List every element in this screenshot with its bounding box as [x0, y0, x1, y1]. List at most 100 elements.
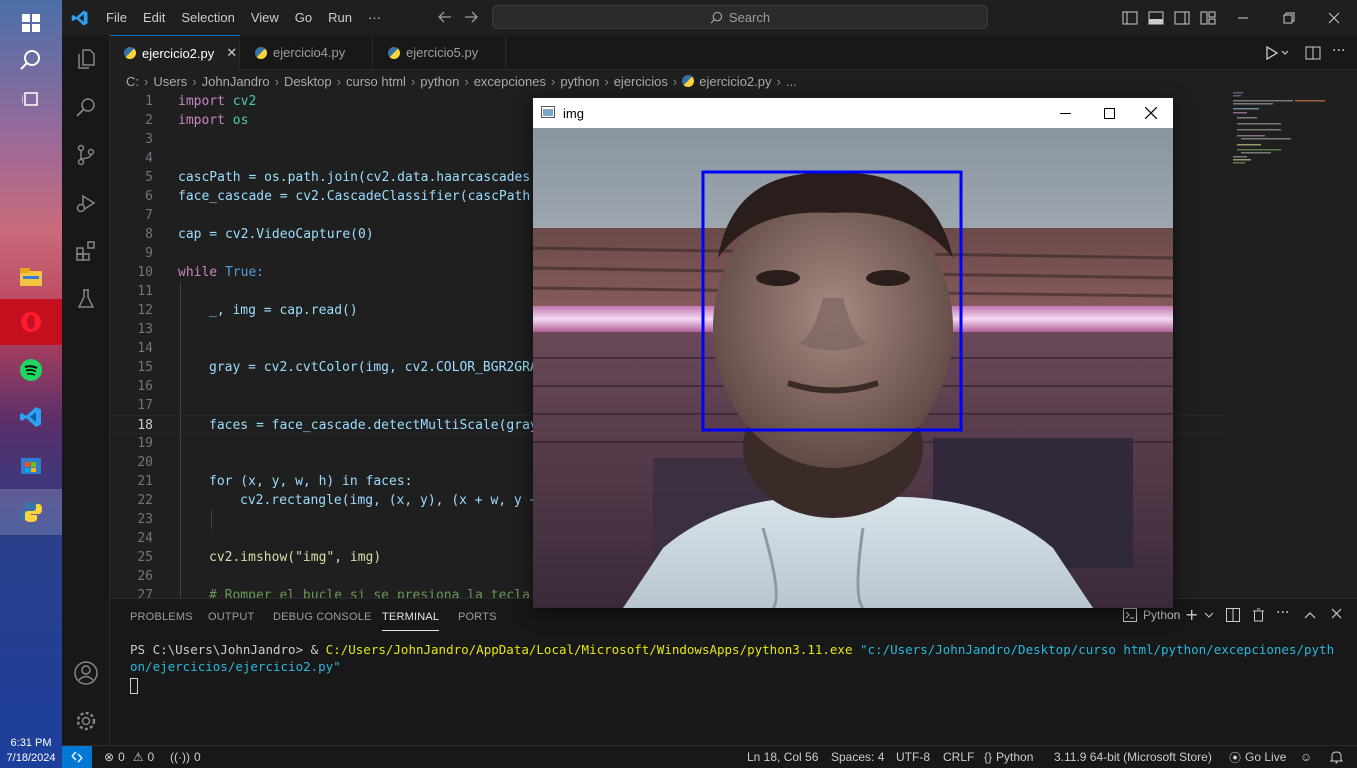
webcam-image [533, 128, 1173, 608]
tab-ports[interactable]: PORTS [458, 599, 497, 634]
line-number: 16 [137, 379, 153, 394]
ports-status[interactable]: ((·)) 0 [170, 746, 201, 768]
spotify-icon[interactable] [0, 347, 62, 393]
run-debug-icon[interactable] [62, 179, 110, 227]
python-file-icon [255, 46, 267, 59]
image-maximize-button[interactable] [1087, 98, 1131, 128]
toggle-primary-sidebar-icon[interactable] [1122, 10, 1138, 30]
line-number: 12 [137, 303, 153, 318]
breadcrumb-item[interactable]: excepciones [474, 74, 546, 89]
end-of-line[interactable]: CRLF [943, 746, 974, 768]
tab-output[interactable]: OUTPUT [208, 599, 254, 634]
forward-arrow-icon[interactable] [463, 9, 479, 29]
explorer-icon[interactable] [62, 35, 110, 83]
language-mode[interactable]: {} Python [984, 746, 1033, 768]
breadcrumb-item[interactable]: Desktop [284, 74, 332, 89]
tab-ejercicio4[interactable]: ejercicio4.py [241, 35, 373, 70]
close-panel-icon[interactable] [1331, 608, 1342, 623]
python-window-icon[interactable] [0, 489, 62, 535]
breadcrumb-item[interactable]: JohnJandro [202, 74, 270, 89]
vscode-logo-icon [62, 9, 98, 27]
breadcrumb-item[interactable]: ejercicio2.py [699, 74, 771, 89]
tab-ejercicio2[interactable]: ejercicio2.py ✕ [110, 35, 240, 70]
tab-terminal[interactable]: TERMINAL [382, 603, 440, 631]
breadcrumb-item[interactable]: Users [153, 74, 187, 89]
customize-layout-icon[interactable] [1200, 10, 1216, 30]
toggle-panel-icon[interactable] [1148, 10, 1164, 30]
notifications-bell-icon[interactable] [1330, 746, 1343, 768]
command-center-search[interactable]: Search [492, 5, 988, 29]
split-editor-icon[interactable] [1305, 45, 1321, 65]
menu-go[interactable]: Go [287, 10, 320, 25]
breadcrumb-item[interactable]: ... [786, 74, 797, 89]
minimap[interactable] [1225, 92, 1343, 598]
line-number: 1 [145, 94, 153, 109]
new-terminal-icon[interactable]: + [1185, 605, 1198, 624]
image-window-titlebar[interactable]: img [533, 98, 1173, 128]
search-view-icon[interactable] [62, 83, 110, 131]
code-text: face_cascade = cv2.CascadeClassifier(cas… [178, 189, 539, 204]
clock-date: 7/18/2024 [6, 752, 56, 764]
breadcrumb-item[interactable]: C: [126, 74, 139, 89]
terminal-output[interactable]: PS C:\Users\JohnJandro> & C:/Users/JohnJ… [130, 641, 1340, 694]
terminal-prompt: PS C:\Users\JohnJandro> & [130, 642, 326, 657]
back-arrow-icon[interactable] [437, 9, 453, 29]
close-icon[interactable]: ✕ [226, 45, 237, 61]
tab-problems[interactable]: PROBLEMS [130, 599, 193, 634]
menu-more[interactable]: ··· [360, 10, 389, 25]
testing-icon[interactable] [62, 275, 110, 323]
breadcrumb-item[interactable]: python [560, 74, 599, 89]
menu-run[interactable]: Run [320, 10, 360, 25]
breadcrumb-item[interactable]: python [420, 74, 459, 89]
more-actions-icon[interactable]: ··· [1276, 605, 1289, 621]
file-explorer-icon[interactable] [0, 254, 62, 300]
remote-indicator-icon[interactable] [62, 746, 92, 768]
opencv-image-window[interactable]: img [533, 98, 1173, 608]
menu-file[interactable]: File [98, 10, 135, 25]
problems-status[interactable]: ⊗ 0 ⚠ 0 [104, 746, 154, 768]
tab-debug-console[interactable]: DEBUG CONSOLE [273, 599, 372, 634]
python-interpreter[interactable]: 3.11.9 64-bit (Microsoft Store) [1054, 746, 1212, 768]
close-button[interactable] [1311, 0, 1357, 35]
cursor-position[interactable]: Ln 18, Col 56 [747, 746, 818, 768]
restore-button[interactable] [1266, 0, 1312, 35]
line-number: 14 [137, 341, 153, 356]
minimize-button[interactable] [1220, 0, 1266, 35]
menu-view[interactable]: View [243, 10, 287, 25]
menu-selection[interactable]: Selection [173, 10, 242, 25]
vscode-taskbar-icon[interactable] [0, 394, 62, 440]
accounts-icon[interactable] [62, 649, 110, 697]
window-app-icon [541, 105, 555, 121]
line-number: 10 [137, 265, 153, 280]
opera-icon[interactable] [0, 299, 62, 345]
chevron-down-icon[interactable] [1204, 609, 1214, 624]
line-number: 11 [137, 284, 153, 299]
image-close-button[interactable] [1129, 98, 1173, 128]
shell-name: Python [1143, 608, 1181, 622]
manage-gear-icon[interactable] [62, 697, 110, 745]
microsoft-store-icon[interactable] [0, 441, 62, 487]
maximize-panel-icon[interactable] [1304, 609, 1316, 624]
line-number: 2 [145, 113, 153, 128]
source-control-icon[interactable] [62, 131, 110, 179]
go-live-button[interactable]: ⦿ Go Live [1229, 746, 1286, 768]
taskbar-clock[interactable]: 6:31 PM 7/18/2024 [0, 736, 62, 766]
copilot-icon[interactable]: ☺ [1300, 746, 1312, 768]
split-terminal-icon[interactable] [1226, 608, 1240, 626]
trash-icon[interactable] [1252, 608, 1265, 626]
toggle-secondary-sidebar-icon[interactable] [1174, 10, 1190, 30]
image-minimize-button[interactable] [1043, 98, 1087, 128]
indentation[interactable]: Spaces: 4 [831, 746, 884, 768]
extensions-icon[interactable] [62, 227, 110, 275]
tab-ejercicio5[interactable]: ejercicio5.py [374, 35, 506, 70]
language-label: Python [996, 750, 1034, 764]
breadcrumb-item[interactable]: curso html [346, 74, 406, 89]
menu-edit[interactable]: Edit [135, 10, 173, 25]
breadcrumb-item[interactable]: ejercicios [614, 74, 668, 89]
terminal-shell-selector[interactable]: Python [1123, 608, 1180, 622]
run-python-file-icon[interactable] [1265, 45, 1289, 65]
chevron-right-icon: › [410, 73, 416, 89]
encoding[interactable]: UTF-8 [896, 746, 930, 768]
task-view-icon[interactable] [0, 76, 62, 122]
more-actions-icon[interactable]: ··· [1332, 43, 1345, 59]
